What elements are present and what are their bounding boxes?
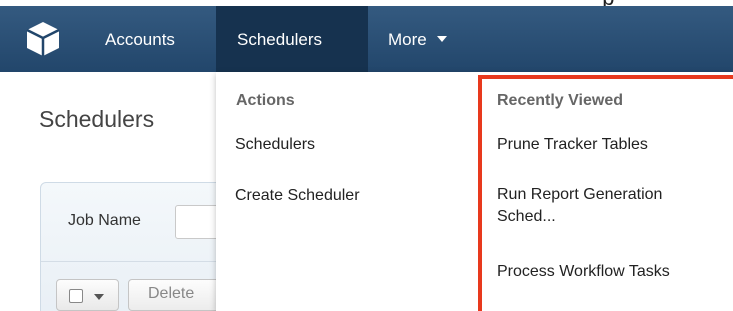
list-divider	[41, 261, 241, 262]
menu-item-schedulers[interactable]: Schedulers	[235, 134, 315, 156]
recently-viewed-header: Recently Viewed	[497, 92, 623, 109]
select-all-checkbox[interactable]	[69, 289, 83, 303]
caret-down-icon[interactable]	[94, 294, 104, 300]
top-navbar: Accounts Schedulers More	[0, 6, 733, 72]
nav-more-label: More	[388, 30, 427, 49]
nav-schedulers[interactable]: Schedulers	[216, 6, 368, 72]
menu-item-create-scheduler[interactable]: Create Scheduler	[235, 185, 360, 207]
cube-logo-icon[interactable]	[23, 19, 63, 59]
page-title: Schedulers	[39, 106, 155, 132]
job-name-label: Job Name	[68, 212, 141, 229]
recent-item-run-report-generation[interactable]: Run Report Generation Sched...	[497, 184, 722, 228]
recent-item-prune-tracker-tables[interactable]: Prune Tracker Tables	[497, 134, 648, 156]
caret-down-icon	[436, 36, 447, 42]
schedulers-dropdown-menu: Actions Schedulers Create Scheduler Rece…	[216, 72, 733, 311]
nav-more[interactable]: More	[388, 6, 447, 72]
recent-item-process-workflow-tasks[interactable]: Process Workflow Tasks	[497, 261, 670, 283]
select-all-button[interactable]	[56, 279, 119, 311]
nav-accounts[interactable]: Accounts	[105, 6, 175, 72]
actions-header: Actions	[236, 92, 295, 109]
